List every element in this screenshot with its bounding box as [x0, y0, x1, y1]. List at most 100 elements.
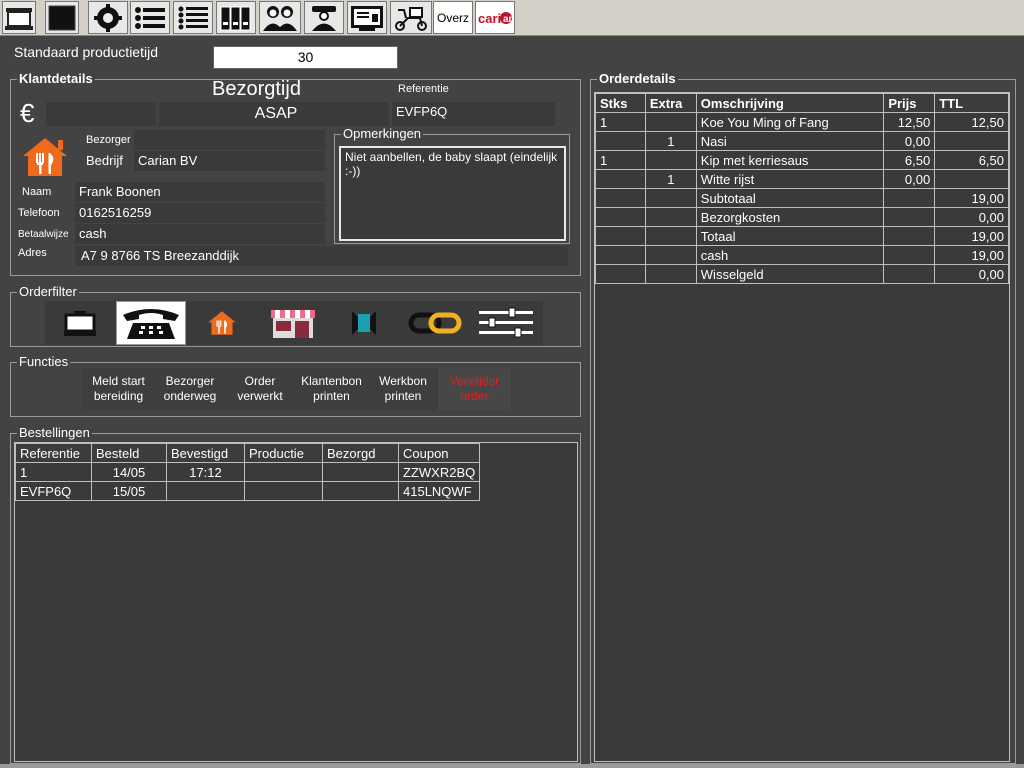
delivery-time-field[interactable]: ASAP: [159, 102, 389, 126]
od-col-total[interactable]: TTL: [934, 93, 1009, 113]
link-icon[interactable]: [400, 301, 470, 345]
list-detail-icon[interactable]: [173, 1, 213, 34]
table-row[interactable]: cash 19,00: [595, 245, 1009, 265]
price-field[interactable]: [46, 102, 156, 126]
report-icon[interactable]: [347, 1, 387, 34]
od-col-qty[interactable]: Stks: [595, 93, 646, 113]
monitor-filter-icon[interactable]: [45, 301, 115, 345]
table-row[interactable]: 1 Witte rijst 0,00: [595, 169, 1009, 189]
screen-icon[interactable]: [45, 1, 79, 34]
print-customer-receipt-line1: Klantenbon: [301, 374, 362, 388]
table-row[interactable]: 1 Kip met kerriesaus 6,50 6,50: [595, 150, 1009, 170]
driver-icon[interactable]: [304, 1, 344, 34]
orders-col-delivered[interactable]: Bezorgd: [322, 443, 399, 463]
payment-field[interactable]: cash: [75, 224, 325, 244]
od-total: [934, 131, 1009, 151]
status-strip: [0, 764, 1024, 768]
functions-bar: Meld start bereiding Bezorger onderweg Ord…: [82, 368, 512, 410]
od-description: Bezorgkosten: [695, 207, 885, 227]
delete-order-button[interactable]: Verwijder order: [438, 368, 511, 410]
orderdetails-table: Stks Extra Omschrijving Prijs TTL 1 Koe Y…: [595, 93, 1009, 284]
carian-logo[interactable]: cari an: [475, 1, 515, 34]
company-field[interactable]: Carian BV: [134, 151, 325, 171]
start-preparation-button[interactable]: Meld start bereiding: [82, 368, 155, 410]
orders-col-coupon[interactable]: Coupon: [397, 443, 481, 463]
print-customer-receipt-button[interactable]: Klantenbon printen: [295, 368, 368, 410]
production-time-input[interactable]: 30: [213, 46, 398, 69]
od-description: Witte rijst: [695, 169, 885, 189]
od-col-price[interactable]: Prijs: [883, 93, 936, 113]
list-icon[interactable]: [130, 1, 170, 34]
print-customer-receipt-line2: printen: [313, 389, 350, 403]
orderfilter-bar: [45, 301, 543, 345]
od-description: Nasi: [695, 131, 885, 151]
orders-table: Referentie Besteld Bevestigd Productie B…: [15, 443, 481, 501]
order-delivered: [322, 462, 399, 482]
phone-field[interactable]: 0162516259: [75, 203, 325, 223]
phone-label: Telefoon: [18, 207, 60, 219]
reference-field[interactable]: EVFP6Q: [392, 102, 555, 126]
od-col-description[interactable]: Omschrijving: [695, 93, 885, 113]
orders-title: Bestellingen: [17, 425, 92, 441]
courier-enroute-line1: Bezorger: [165, 374, 215, 388]
telephone-icon[interactable]: [116, 301, 186, 345]
table-row[interactable]: 1 Koe You Ming of Fang 12,50 12,50: [595, 112, 1009, 132]
od-extra: 1: [644, 131, 697, 151]
od-price: [883, 207, 936, 227]
delete-order-line1: Verwijder: [449, 374, 500, 388]
od-total: 6,50: [934, 150, 1009, 170]
courier-enroute-button[interactable]: Bezorger onderweg: [155, 368, 225, 410]
table-row[interactable]: Subtotaal 19,00: [595, 188, 1009, 208]
monitor-icon[interactable]: [2, 1, 36, 34]
order-coupon: 415LNQWF: [397, 481, 481, 501]
production-time-label: Standaard productietijd: [14, 44, 158, 60]
table-row[interactable]: Bezorgkosten 0,00: [595, 207, 1009, 227]
orders-col-confirmed[interactable]: Bevestigd: [166, 443, 245, 463]
order-reference: 1: [15, 462, 92, 482]
delivery-scooter-icon[interactable]: [390, 1, 432, 34]
order-coupon: ZZWXR2BQ: [397, 462, 481, 482]
orders-col-ordered[interactable]: Besteld: [91, 443, 167, 463]
table-row[interactable]: Totaal 19,00: [595, 226, 1009, 246]
od-extra: [644, 112, 697, 132]
print-work-order-button[interactable]: Werkbon printen: [368, 368, 438, 410]
reference-label: Referentie: [398, 83, 449, 95]
orders-col-reference[interactable]: Referentie: [15, 443, 92, 463]
courier-field[interactable]: [134, 130, 325, 150]
print-work-order-line2: printen: [384, 389, 422, 403]
order-processed-button[interactable]: Order verwerkt: [225, 368, 295, 410]
od-extra: [644, 264, 697, 284]
gear-icon[interactable]: [88, 1, 128, 34]
delivery-time-label: Bezorgtijd: [212, 78, 301, 100]
binders-icon[interactable]: [216, 1, 256, 34]
courier-enroute-line2: onderweg: [163, 389, 217, 403]
order-production: [244, 481, 323, 501]
shop-icon[interactable]: [258, 301, 328, 345]
table-row[interactable]: Wisselgeld 0,00: [595, 264, 1009, 284]
remarks-textarea[interactable]: Niet aanbellen, de baby slaapt (eindelij…: [339, 146, 566, 241]
overview-button[interactable]: Overz: [433, 1, 473, 34]
start-preparation-line2: bereiding: [93, 389, 144, 403]
od-col-extra[interactable]: Extra: [644, 93, 697, 113]
od-price: 6,50: [883, 150, 936, 170]
sliders-icon[interactable]: [471, 301, 541, 345]
customers-icon[interactable]: [259, 1, 301, 34]
name-field[interactable]: Frank Boonen: [75, 182, 325, 202]
od-qty: [595, 245, 646, 265]
delivery-filter-icon[interactable]: [187, 301, 257, 345]
order-reference: EVFP6Q: [15, 481, 92, 501]
main-toolbar: Overz cari an: [0, 0, 1024, 36]
address-field[interactable]: A7 9 8766 TS Breezanddijk: [75, 246, 568, 266]
pickup-icon[interactable]: [329, 301, 399, 345]
table-row[interactable]: EVFP6Q 15/05 415LNQWF: [15, 481, 481, 501]
od-qty: 1: [595, 112, 646, 132]
od-description: Subtotaal: [695, 188, 885, 208]
od-extra: [644, 150, 697, 170]
orders-col-production[interactable]: Productie: [244, 443, 323, 463]
table-row[interactable]: 1 Nasi 0,00: [595, 131, 1009, 151]
delivery-house-icon: [20, 136, 70, 178]
orderdetails-table-panel: Stks Extra Omschrijving Prijs TTL 1 Koe Y…: [594, 92, 1010, 762]
od-description: Totaal: [695, 226, 885, 246]
table-row[interactable]: 1 14/05 17:12 ZZWXR2BQ: [15, 462, 481, 482]
od-qty: [595, 264, 646, 284]
